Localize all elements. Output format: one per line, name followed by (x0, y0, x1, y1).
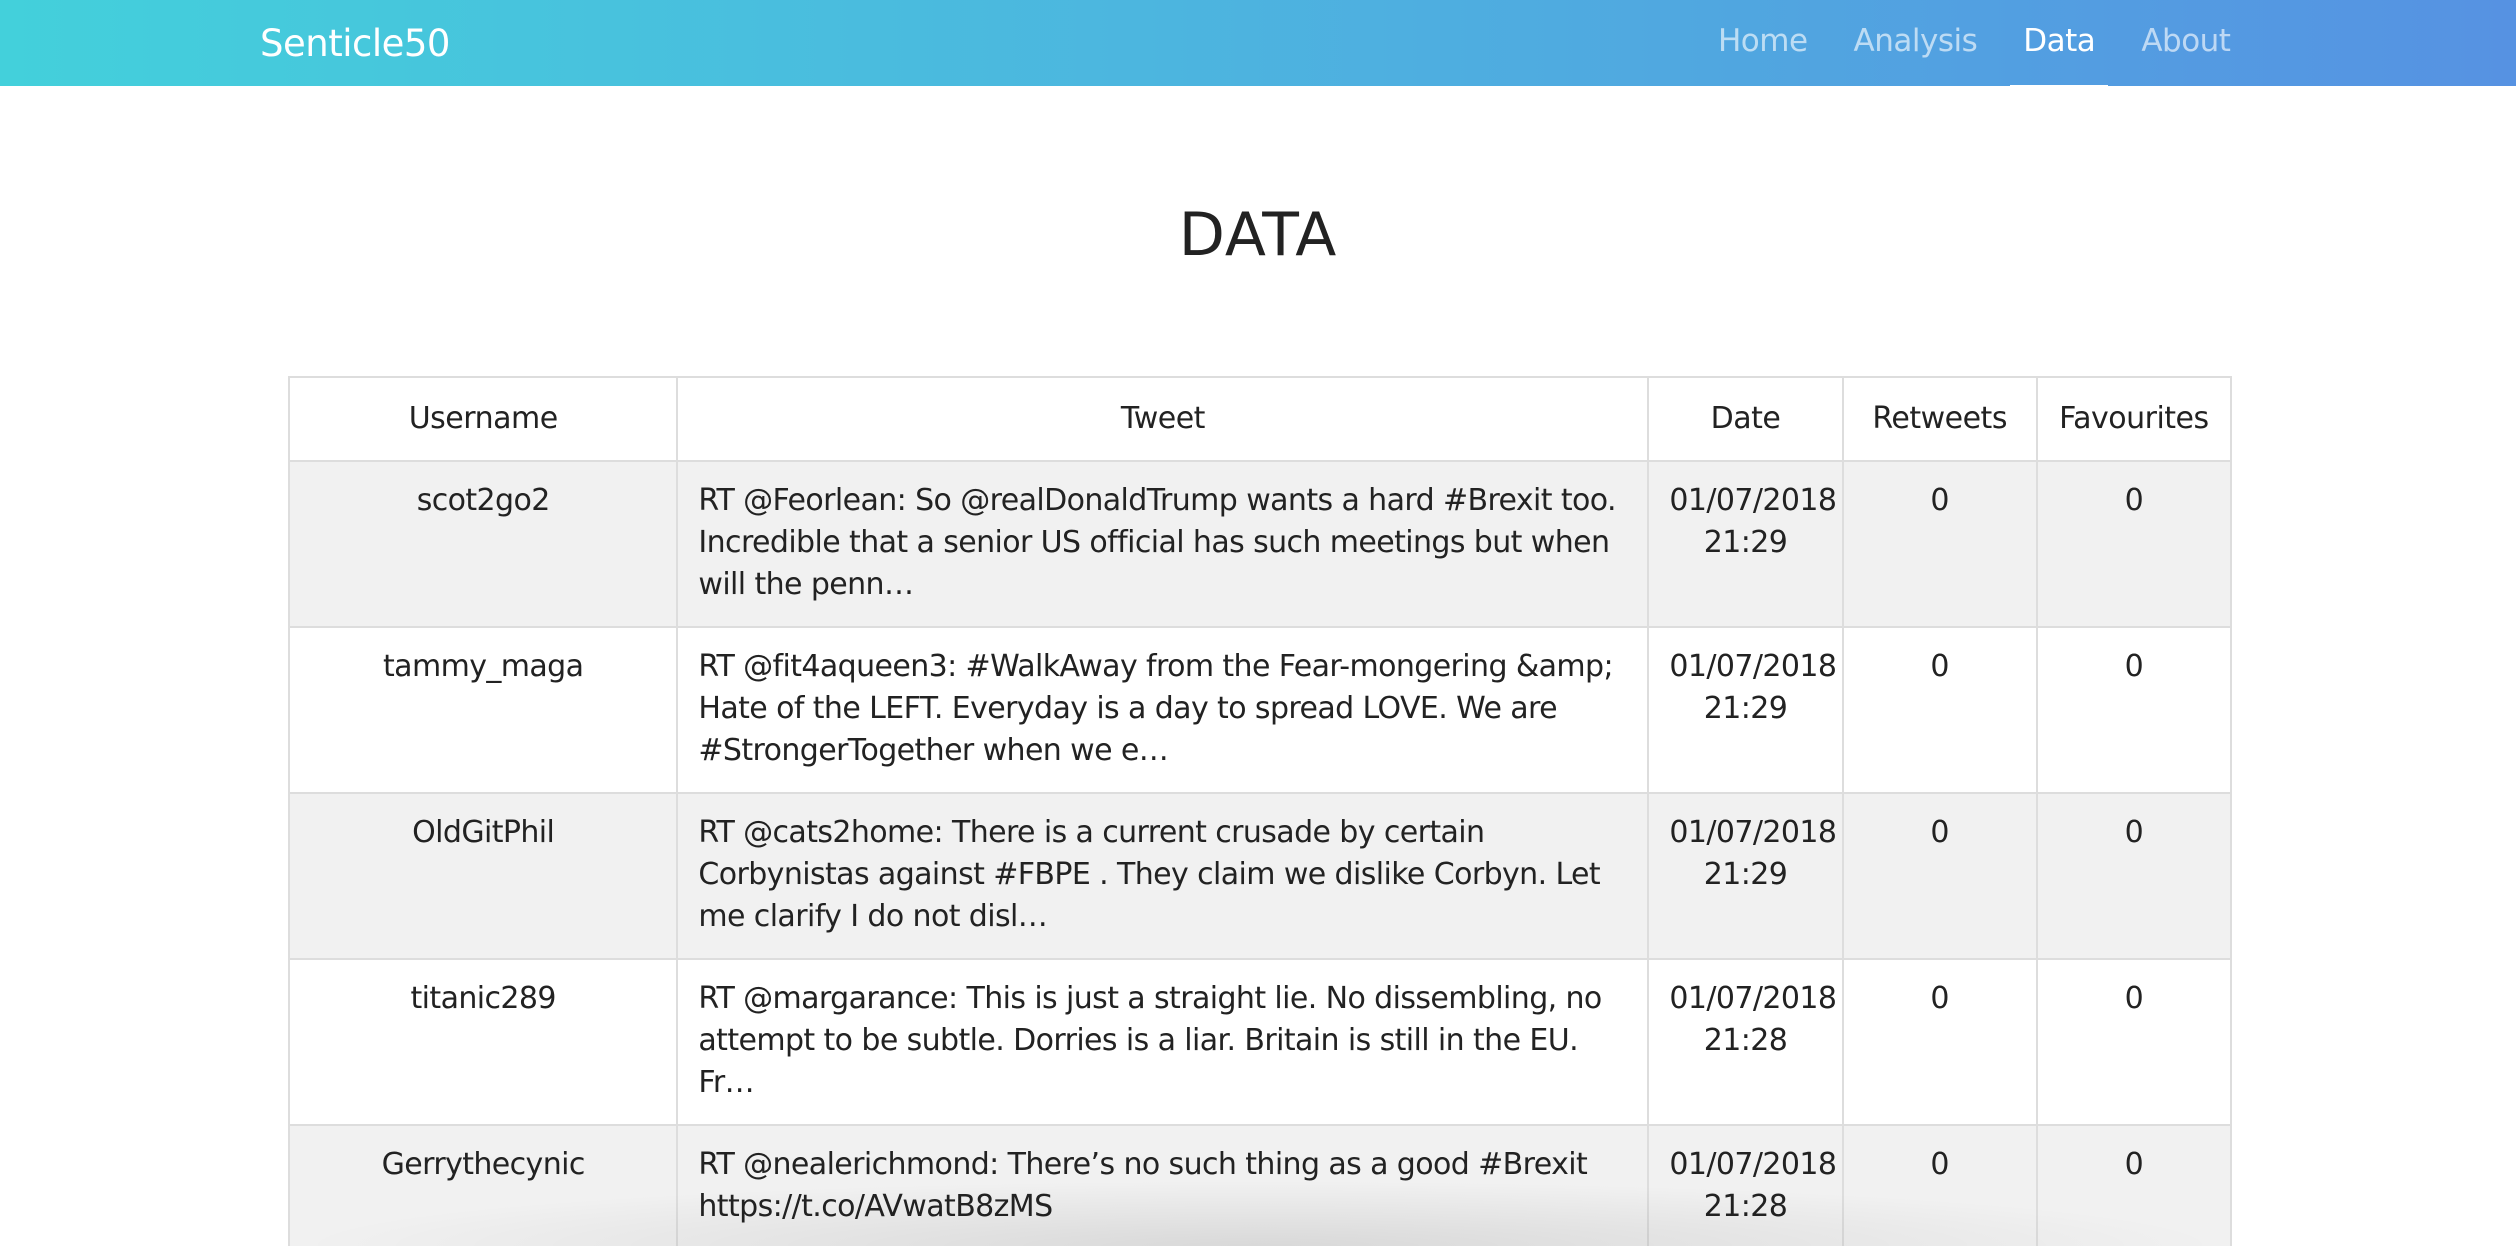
page-title: DATA (1178, 200, 1338, 270)
cell-username: Gerrythecynic (288, 1124, 679, 1246)
table-row: titanic289 RT @margarance: This is just … (288, 958, 2232, 1126)
nav-link-home[interactable]: Home (1695, 0, 1831, 86)
cell-favourites: 0 (2035, 1124, 2232, 1246)
cell-username: tammy_maga (288, 626, 679, 794)
cell-date: 01/07/2018 21:28 (1647, 1124, 1844, 1246)
tweets-table-container: Username Tweet Date Retweets Favourites … (288, 376, 2232, 1246)
header-date: Date (1647, 376, 1844, 462)
cell-favourites: 0 (2035, 460, 2232, 628)
cell-retweets: 0 (1841, 460, 2038, 628)
cell-retweets: 0 (1841, 958, 2038, 1126)
brand-logo[interactable]: Senticle50 (260, 22, 450, 65)
cell-date: 01/07/2018 21:28 (1647, 958, 1844, 1126)
cell-favourites: 0 (2035, 958, 2232, 1126)
table-row: scot2go2 RT @Feorlean: So @realDonaldTru… (288, 460, 2232, 628)
nav-links: Home Analysis Data About (1695, 0, 2253, 90)
top-navbar: Senticle50 Home Analysis Data About (0, 0, 2516, 90)
cell-tweet: RT @fit4aqueen3: #WalkAway from the Fear… (676, 626, 1650, 794)
header-username: Username (288, 376, 679, 462)
cell-username: scot2go2 (288, 460, 679, 628)
table-row: tammy_maga RT @fit4aqueen3: #WalkAway fr… (288, 626, 2232, 794)
header-tweet: Tweet (676, 376, 1650, 462)
tweets-table: Username Tweet Date Retweets Favourites … (288, 376, 2232, 1246)
cell-username: titanic289 (288, 958, 679, 1126)
cell-favourites: 0 (2035, 626, 2232, 794)
cell-favourites: 0 (2035, 792, 2232, 960)
cell-retweets: 0 (1841, 1124, 2038, 1246)
cell-tweet: RT @nealerichmond: There’s no such thing… (676, 1124, 1650, 1246)
nav-link-data[interactable]: Data (2000, 0, 2118, 90)
cell-date: 01/07/2018 21:29 (1647, 792, 1844, 960)
table-row: OldGitPhil RT @cats2home: There is a cur… (288, 792, 2232, 960)
cell-retweets: 0 (1841, 626, 2038, 794)
table-row: Gerrythecynic RT @nealerichmond: There’s… (288, 1124, 2232, 1246)
cell-date: 01/07/2018 21:29 (1647, 460, 1844, 628)
cell-tweet: RT @margarance: This is just a straight … (676, 958, 1650, 1126)
cell-tweet: RT @cats2home: There is a current crusad… (676, 792, 1650, 960)
cell-retweets: 0 (1841, 792, 2038, 960)
table-header-row: Username Tweet Date Retweets Favourites (288, 376, 2232, 462)
nav-link-about[interactable]: About (2118, 0, 2253, 86)
nav-link-analysis[interactable]: Analysis (1831, 0, 2001, 86)
cell-date: 01/07/2018 21:29 (1647, 626, 1844, 794)
header-favourites: Favourites (2035, 376, 2232, 462)
header-retweets: Retweets (1841, 376, 2038, 462)
cell-username: OldGitPhil (288, 792, 679, 960)
cell-tweet: RT @Feorlean: So @realDonaldTrump wants … (676, 460, 1650, 628)
